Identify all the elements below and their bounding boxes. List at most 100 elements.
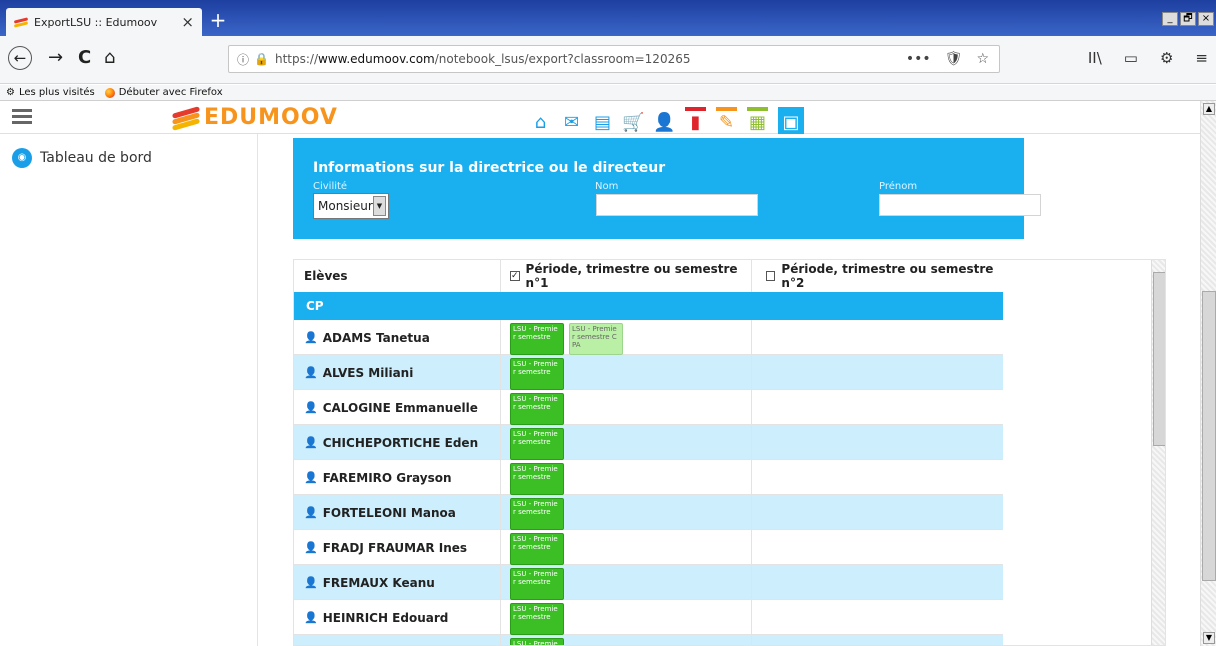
lsu-badge[interactable]: LSU - Premie r semestre <box>510 498 564 530</box>
bookmarks-bar: ⚙ Les plus visités Débuter avec Firefox <box>0 85 1216 101</box>
home-button[interactable]: ⌂ <box>104 47 115 68</box>
class-group-row: CP <box>294 292 1003 320</box>
period2-cell <box>752 460 1003 495</box>
new-tab-button[interactable]: + <box>206 9 230 33</box>
table-row: 👤 CALOGINE Emmanuelle LSU - Premie r semes… <box>294 390 1003 425</box>
user-icon: 👤 <box>304 401 318 414</box>
tab-title: ExportLSU :: Edumoov <box>34 15 158 29</box>
bookmark-getting-started[interactable]: Débuter avec Firefox <box>104 87 223 98</box>
user-icon: 👤 <box>304 436 318 449</box>
scroll-down-icon[interactable]: ▼ <box>1203 632 1215 644</box>
student-name-cell[interactable]: 👤 ADAMS Tanetua <box>294 320 501 355</box>
page-scroll-thumb[interactable] <box>1202 291 1216 581</box>
minimize-button[interactable]: _ <box>1162 12 1178 26</box>
menu-icon[interactable]: ≡ <box>1195 49 1208 67</box>
table-row: 👤 FRADJ FRAUMAR Ines LSU - Premie r semest… <box>294 530 1003 565</box>
student-name-cell[interactable]: 👤 CALOGINE Emmanuelle <box>294 390 501 425</box>
table-row: 👤 FREMAUX Keanu LSU - Premie r semestre <box>294 565 1003 600</box>
mail-icon[interactable]: ✉ <box>561 107 582 134</box>
dropdown-arrow-icon[interactable]: ▼ <box>373 196 386 216</box>
info-icon[interactable]: ⓘ <box>237 51 249 68</box>
calendar-icon[interactable]: ▦ <box>747 107 768 134</box>
student-name-cell[interactable]: 👤 CHICHEPORTICHE Eden <box>294 425 501 460</box>
prenom-input[interactable] <box>879 194 1041 216</box>
civilite-select[interactable]: Monsieur ▼ <box>313 193 389 219</box>
student-name-cell[interactable]: 👤 FREMAUX Keanu <box>294 565 501 600</box>
table-scrollbar[interactable] <box>1151 260 1165 645</box>
lock-icon[interactable]: 🔒 <box>254 52 269 66</box>
student-name-cell[interactable]: 👤 ALVES Miliani <box>294 355 501 390</box>
reload-button[interactable]: C <box>78 47 91 68</box>
student-name-cell[interactable]: 👤 FORTELEONI Manoa <box>294 495 501 530</box>
edumoov-favicon-icon <box>14 17 28 27</box>
bookmark-star-icon[interactable]: ☆ <box>976 51 989 67</box>
period2-cell <box>752 390 1003 425</box>
gear-icon: ⚙ <box>6 87 15 98</box>
close-window-button[interactable]: × <box>1198 12 1214 26</box>
period1-cell: LSU - Premie r semestre <box>501 425 752 460</box>
back-button[interactable]: ← <box>8 46 32 70</box>
period2-checkbox[interactable] <box>766 271 776 281</box>
civilite-label: Civilité <box>313 181 348 192</box>
period1-checkbox[interactable]: ✓ <box>510 271 520 281</box>
director-info-panel: Informations sur la directrice ou le dir… <box>293 138 1041 239</box>
sidebar-toggle-icon[interactable]: ▭ <box>1124 49 1138 67</box>
hamburger-menu-icon[interactable] <box>12 109 32 127</box>
home-icon[interactable]: ⌂ <box>530 107 551 134</box>
lsu-badge[interactable]: LSU - Premie r semestre <box>510 463 564 495</box>
student-name: FORTELEONI Manoa <box>322 505 456 520</box>
close-tab-icon[interactable]: × <box>181 13 194 31</box>
lsu-badge[interactable]: LSU - Premie r semestre <box>510 428 564 460</box>
url-bar[interactable]: ⓘ 🔒 https://www.edumoov.com/notebook_lsu… <box>228 45 1000 73</box>
table-row: 👤 FAREMIRO Grayson LSU - Premie r semestre <box>294 460 1003 495</box>
table-row: 👤 FORTELEONI Manoa LSU - Premie r semestre <box>294 495 1003 530</box>
browser-tab[interactable]: ExportLSU :: Edumoov × <box>6 8 202 36</box>
restore-button[interactable]: 🗗 <box>1180 12 1196 26</box>
book-icon[interactable]: ▤ <box>592 107 613 134</box>
student-name: FAREMIRO Grayson <box>322 470 452 485</box>
lsu-badge[interactable]: LSU - Premie r semestre C PA <box>569 323 623 355</box>
page-actions-icon[interactable]: ••• <box>906 51 931 67</box>
period1-column-header[interactable]: ✓ Période, trimestre ou semestre n°1 <box>501 260 752 292</box>
table-scroll-thumb[interactable] <box>1153 272 1165 446</box>
period1-cell: LSU - Premie r semestre <box>501 390 752 425</box>
forward-button[interactable]: → <box>48 47 63 68</box>
student-name-cell[interactable] <box>294 635 501 645</box>
nom-label: Nom <box>595 181 619 192</box>
student-name-cell[interactable]: 👤 HEINRICH Edouard <box>294 600 501 635</box>
user-icon: 👤 <box>304 541 318 554</box>
pocket-icon[interactable]: 🛡 <box>945 51 963 67</box>
toolbar-right: II\ ▭ ⚙ ≡ <box>1088 49 1208 67</box>
library-icon[interactable]: II\ <box>1088 49 1102 67</box>
period1-cell: LSU - Premie r semestre <box>501 600 752 635</box>
document-icon[interactable]: ▮ <box>685 107 706 134</box>
user-icon: 👤 <box>304 611 318 624</box>
lsu-badge[interactable]: LSU - Premie r semestre <box>510 358 564 390</box>
page-scrollbar[interactable]: ▲ ▼ <box>1200 101 1216 646</box>
student-name-cell[interactable]: 👤 FRADJ FRAUMAR Ines <box>294 530 501 565</box>
lsu-badge[interactable]: LSU - Premie r semestre <box>510 533 564 565</box>
edumoov-logo[interactable]: EDUMOOV <box>171 105 338 131</box>
app-header: EDUMOOV ⌂ ✉ ▤ 🛒 👤 ▮ ✎ ▦ ▣ <box>0 101 1216 134</box>
lsu-badge[interactable]: LSU - Premie r semestre <box>510 568 564 600</box>
lsu-badge[interactable]: LSU - Premie r semestre <box>510 323 564 355</box>
lsu-badge[interactable]: LSU - Premie <box>510 638 564 645</box>
table-row: 👤 CHICHEPORTICHE Eden LSU - Premie r semes… <box>294 425 1003 460</box>
nom-input[interactable] <box>596 194 758 216</box>
pencil-icon[interactable]: ✎ <box>716 107 737 134</box>
sidebar-item-dashboard[interactable]: ◉ Tableau de bord <box>12 148 152 168</box>
table-row: 👤 ALVES Miliani LSU - Premie r semestre <box>294 355 1003 390</box>
lsu-badge[interactable]: LSU - Premie r semestre <box>510 603 564 635</box>
student-name-cell[interactable]: 👤 FAREMIRO Grayson <box>294 460 501 495</box>
briefcase-icon[interactable]: ▣ <box>778 107 804 134</box>
scroll-up-icon[interactable]: ▲ <box>1203 103 1215 115</box>
extension-icon[interactable]: ⚙ <box>1160 49 1173 67</box>
url-text[interactable]: https://www.edumoov.com/notebook_lsus/ex… <box>275 52 906 66</box>
lsu-badge[interactable]: LSU - Premie r semestre <box>510 393 564 425</box>
cart-icon[interactable]: 🛒 <box>622 107 644 134</box>
user-icon[interactable]: 👤 <box>653 107 675 134</box>
period2-column-header[interactable]: Période, trimestre ou semestre n°2 <box>752 260 1003 292</box>
student-name: HEINRICH Edouard <box>322 610 449 625</box>
period1-cell: LSU - Premie r semestre <box>501 565 752 600</box>
bookmark-most-visited[interactable]: ⚙ Les plus visités <box>6 87 95 98</box>
